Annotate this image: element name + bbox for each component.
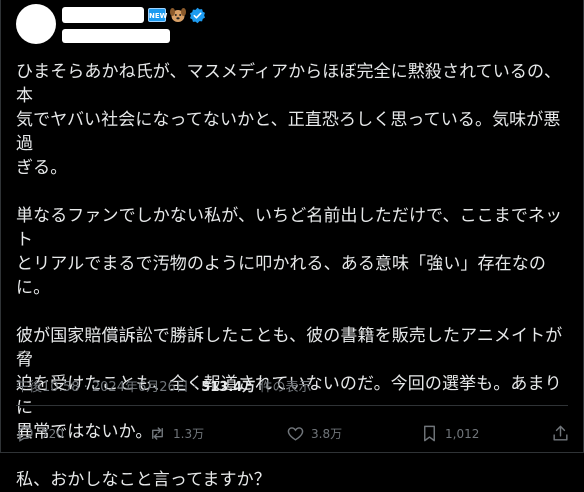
verified-badge-icon bbox=[190, 7, 205, 24]
bookmark-icon bbox=[424, 425, 435, 442]
tweet-meta: 午後10:58 · 2024年6月26日 · 513.4万 件の表示 bbox=[16, 376, 311, 395]
new-badge-icon: NEW bbox=[148, 8, 167, 22]
reply-count: 720 bbox=[41, 426, 64, 441]
dog-emoji-icon bbox=[170, 8, 186, 22]
like-button[interactable]: 3.8万 bbox=[286, 424, 342, 443]
display-name-redacted[interactable] bbox=[62, 7, 144, 23]
repost-icon bbox=[152, 427, 163, 440]
share-button[interactable] bbox=[551, 424, 570, 443]
heart-icon bbox=[287, 427, 304, 441]
divider bbox=[16, 405, 568, 406]
like-count: 3.8万 bbox=[311, 427, 343, 441]
repost-count: 1.3万 bbox=[173, 427, 205, 441]
views-count[interactable]: 513.4万 bbox=[201, 380, 255, 395]
handle-redacted[interactable] bbox=[62, 29, 170, 43]
tweet-date[interactable]: 2024年6月26日 bbox=[92, 380, 189, 395]
reply-button[interactable]: 720 bbox=[16, 424, 64, 443]
meta-separator: · bbox=[83, 380, 92, 395]
meta-separator: · bbox=[192, 380, 202, 395]
tweet-time[interactable]: 午後10:58 bbox=[16, 380, 79, 395]
share-icon bbox=[553, 425, 568, 441]
repost-button[interactable]: 1.3万 bbox=[148, 424, 204, 443]
bookmark-button[interactable]: 1,012 bbox=[420, 424, 479, 443]
tweet-header: NEW bbox=[16, 4, 576, 50]
views-label: 件の表示 bbox=[259, 380, 312, 395]
bookmark-count: 1,012 bbox=[445, 426, 480, 441]
reply-icon bbox=[18, 426, 33, 442]
action-bar: 720 1.3万 3.8万 1,012 bbox=[16, 424, 576, 450]
avatar[interactable] bbox=[16, 4, 56, 44]
